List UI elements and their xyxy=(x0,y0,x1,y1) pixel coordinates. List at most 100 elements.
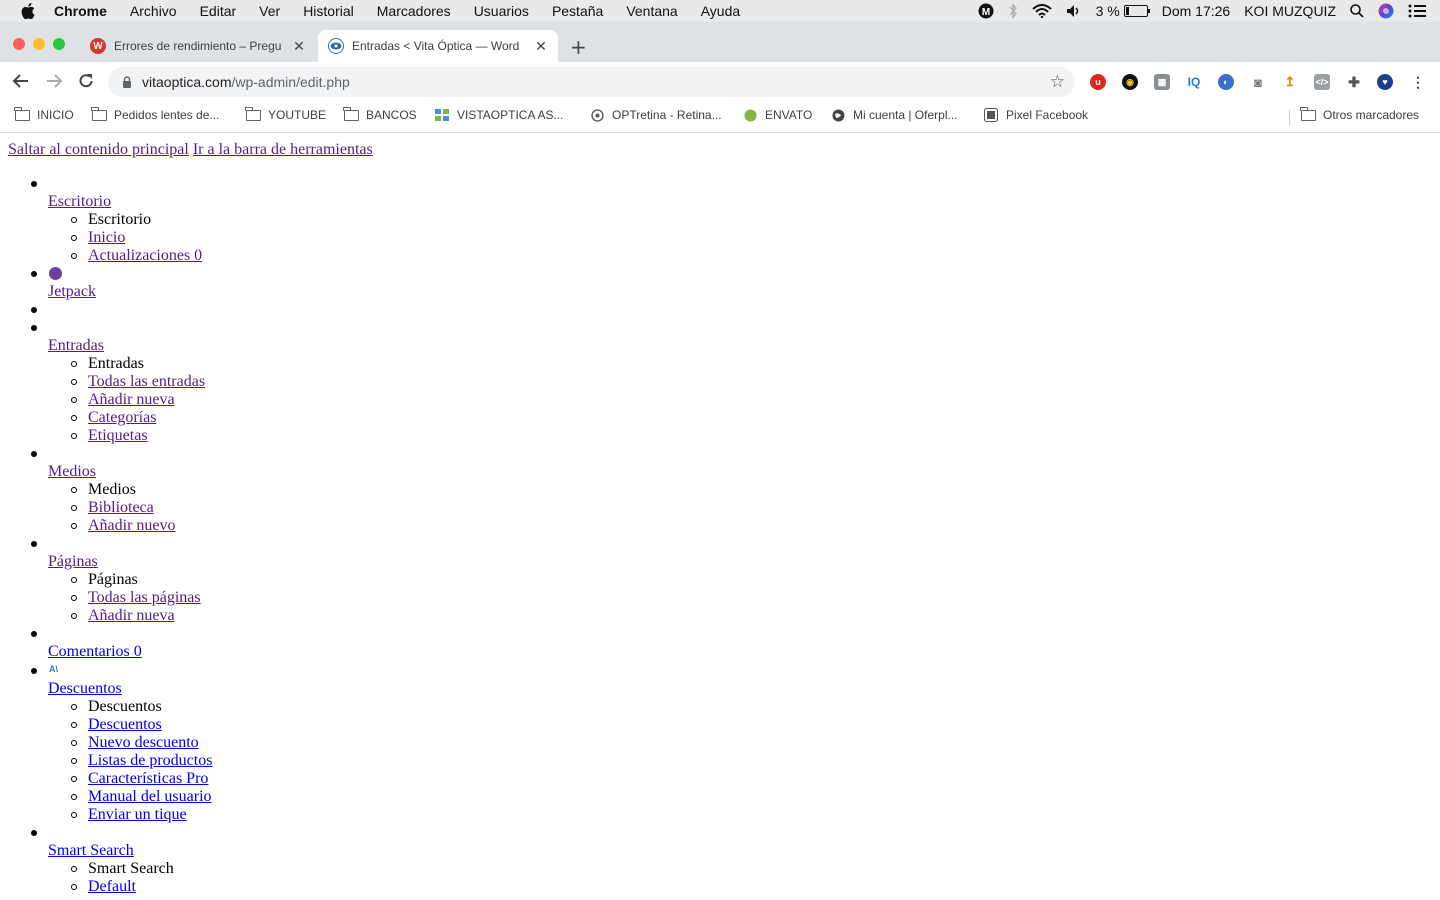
chrome-menu-icon[interactable]: ⋮ xyxy=(1410,74,1426,90)
list-bullet xyxy=(71,776,77,782)
submenu-nuevo-descuento[interactable]: Nuevo descuento xyxy=(88,734,199,752)
submenu-todas-entradas[interactable]: Todas las entradas xyxy=(88,373,205,391)
submenu-default[interactable]: Default xyxy=(88,878,136,896)
bookmark-bancos[interactable]: BANCOS xyxy=(343,106,417,122)
menu-comentarios[interactable]: Comentarios 0 xyxy=(48,643,142,661)
menu-smart-search[interactable]: Smart Search xyxy=(48,842,134,860)
bookmark-star-icon[interactable]: ☆ xyxy=(1050,72,1065,92)
status-area: M 3 % Dom 17:26 KOI MUZQUIZ xyxy=(978,0,1440,22)
forward-icon[interactable] xyxy=(45,73,63,94)
menu-descuentos[interactable]: Descuentos xyxy=(48,680,122,698)
globe-icon[interactable]: ◐ xyxy=(1218,74,1234,90)
notification-center-icon[interactable] xyxy=(1408,4,1426,18)
bookmark-envato[interactable]: ENVATO xyxy=(742,108,812,122)
list-bullet xyxy=(71,253,77,259)
wifi-icon[interactable] xyxy=(1031,4,1052,18)
ublock-icon[interactable]: u xyxy=(1090,74,1106,90)
submenu-anadir-nueva-entrada[interactable]: Añadir nueva xyxy=(88,391,175,409)
submenu-inicio[interactable]: Inicio xyxy=(88,229,125,247)
folder-icon xyxy=(1300,106,1316,122)
bookmark-youtube[interactable]: YOUTUBE xyxy=(245,106,326,122)
submenu-categorias[interactable]: Categorías xyxy=(88,409,156,427)
camera-icon[interactable]: ◙ xyxy=(1250,74,1266,90)
lock-icon[interactable] xyxy=(122,76,132,88)
close-tab-icon[interactable]: ✕ xyxy=(532,38,550,55)
menu-archivo[interactable]: Archivo xyxy=(130,3,177,19)
menu-historial[interactable]: Historial xyxy=(303,3,354,19)
submenu-manual-usuario[interactable]: Manual del usuario xyxy=(88,788,212,806)
submenu-caracteristicas-pro[interactable]: Características Pro xyxy=(88,770,208,788)
submenu-header-medios: Medios xyxy=(88,481,136,498)
skip-to-content-link[interactable]: Saltar al contenido principal xyxy=(8,141,189,158)
submenu-header-descuentos: Descuentos xyxy=(88,698,162,715)
back-icon[interactable] xyxy=(12,73,30,94)
menu-ver[interactable]: Ver xyxy=(259,3,280,19)
submenu-header-escritorio: Escritorio xyxy=(88,211,152,228)
menu-escritorio[interactable]: Escritorio xyxy=(48,193,111,211)
maximize-window-button[interactable] xyxy=(53,38,65,50)
submenu-descuentos[interactable]: Descuentos xyxy=(88,716,162,734)
menu-paginas[interactable]: Páginas xyxy=(48,553,98,571)
bookmark-inicio[interactable]: INICIO xyxy=(14,106,74,122)
close-tab-icon[interactable]: ✕ xyxy=(290,38,308,55)
coin-icon[interactable]: ◉ xyxy=(1122,74,1138,90)
battery-status[interactable]: 3 % xyxy=(1096,3,1150,19)
submenu-todas-paginas[interactable]: Todas las páginas xyxy=(88,589,201,607)
svg-text:M: M xyxy=(981,7,989,18)
malwarebytes-icon[interactable]: M xyxy=(978,3,994,19)
submenu-biblioteca[interactable]: Biblioteca xyxy=(88,499,154,517)
list-bullet xyxy=(71,415,77,421)
ext-grid-icon[interactable]: ▦ xyxy=(1154,74,1170,90)
list-bullet xyxy=(31,271,37,277)
submenu-anadir-nueva-pagina[interactable]: Añadir nueva xyxy=(88,607,175,625)
puzzle-icon[interactable]: ✚ xyxy=(1346,74,1362,90)
menu-medios[interactable]: Medios xyxy=(48,463,96,481)
menu-jetpack[interactable]: Jetpack xyxy=(48,283,96,301)
spotlight-search-icon[interactable] xyxy=(1350,4,1364,18)
submenu-anadir-nuevo-medio[interactable]: Añadir nuevo xyxy=(88,517,176,535)
tab-entradas[interactable]: Entradas < Vita Óptica — Word ✕ xyxy=(318,30,558,62)
bookmark-optretina[interactable]: OPTretina - Retina... xyxy=(589,108,722,122)
menu-ayuda[interactable]: Ayuda xyxy=(701,3,740,19)
bookmark-vistaoptica[interactable]: VISTAOPTICA AS... xyxy=(434,108,563,122)
close-window-button[interactable] xyxy=(13,38,25,50)
menu-marcadores[interactable]: Marcadores xyxy=(377,3,451,19)
submenu-listas-productos[interactable]: Listas de productos xyxy=(88,752,212,770)
menu-app-chrome[interactable]: Chrome xyxy=(54,3,107,19)
siri-icon[interactable] xyxy=(1378,3,1394,19)
address-bar[interactable]: vitaoptica.com/wp-admin/edit.php ☆ xyxy=(108,67,1075,97)
submenu-actualizaciones[interactable]: Actualizaciones 0 xyxy=(88,247,202,265)
skip-to-toolbar-link[interactable]: Ir a la barra de herramientas xyxy=(193,141,373,158)
minimize-window-button[interactable] xyxy=(33,38,45,50)
code-icon[interactable]: </> xyxy=(1314,74,1330,90)
list-bullet xyxy=(71,433,77,439)
bookmark-pixel-facebook[interactable]: Pixel Facebook xyxy=(983,108,1088,122)
reload-icon[interactable] xyxy=(78,73,94,94)
list-bullet xyxy=(31,307,37,313)
bluetooth-icon[interactable] xyxy=(1008,3,1018,19)
bookmark-otros-marcadores[interactable]: Otros marcadores xyxy=(1300,106,1419,122)
bookmark-pedidos[interactable]: Pedidos lentes de... xyxy=(91,106,219,122)
leaf-icon xyxy=(742,109,758,122)
menu-usuarios[interactable]: Usuarios xyxy=(474,3,529,19)
volume-icon[interactable] xyxy=(1066,4,1082,18)
apple-icon[interactable] xyxy=(20,3,36,19)
tab-errores[interactable]: W Errores de rendimiento – Pregu ✕ xyxy=(80,30,316,62)
bookmarks-bar: INICIO Pedidos lentes de... YOUTUBE BANC… xyxy=(0,102,1440,133)
shield-icon[interactable]: ♥ xyxy=(1377,74,1393,90)
new-tab-icon[interactable]: + xyxy=(570,35,587,59)
menu-entradas[interactable]: Entradas xyxy=(48,337,104,355)
list-bullet xyxy=(71,794,77,800)
user-name[interactable]: KOI MUZQUIZ xyxy=(1244,3,1336,19)
bookmark-mi-cuenta[interactable]: Mi cuenta | Oferpl... xyxy=(830,108,958,122)
tab-title: Errores de rendimiento – Pregu xyxy=(114,39,282,53)
clock[interactable]: Dom 17:26 xyxy=(1162,3,1230,19)
menu-editar[interactable]: Editar xyxy=(200,3,237,19)
arrow-icon[interactable]: ↥ xyxy=(1282,74,1298,90)
menu-ventana[interactable]: Ventana xyxy=(626,3,677,19)
submenu-enviar-tique[interactable]: Enviar un tique xyxy=(88,806,187,824)
submenu-etiquetas[interactable]: Etiquetas xyxy=(88,427,148,445)
menu-pestana[interactable]: Pestaña xyxy=(552,3,603,19)
iq-icon[interactable]: IQ xyxy=(1186,74,1202,90)
list-bullet xyxy=(71,704,77,710)
